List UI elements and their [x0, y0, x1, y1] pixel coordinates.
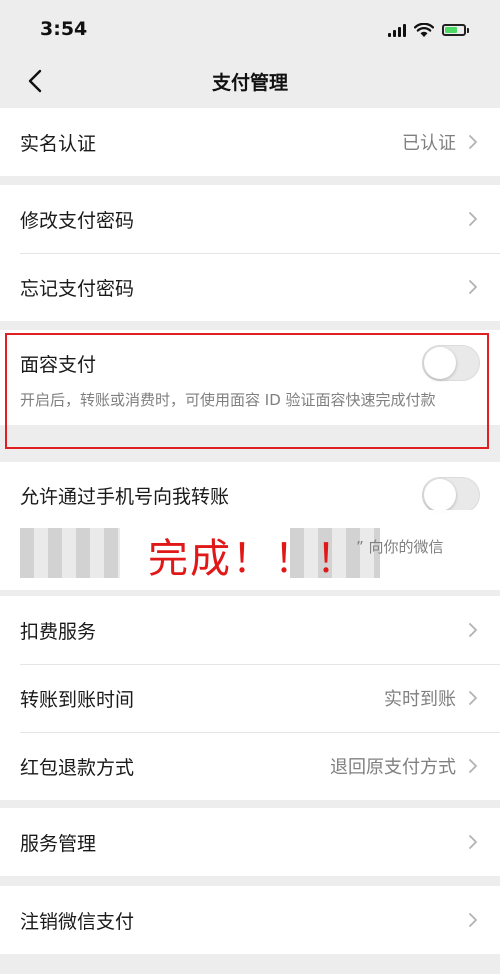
row-label: 实名认证	[20, 132, 97, 155]
chevron-right-icon	[468, 911, 480, 929]
row-deduction-service[interactable]: 扣费服务	[0, 596, 500, 664]
chevron-right-icon	[468, 210, 480, 228]
group-cancel: 注销微信支付	[0, 886, 500, 954]
row-real-name[interactable]: 实名认证 已认证	[0, 108, 500, 176]
row-label: 忘记支付密码	[20, 277, 135, 300]
row-label: 扣费服务	[20, 620, 97, 643]
row-forgot-password[interactable]: 忘记支付密码	[0, 253, 500, 321]
phone-transfer-toggle[interactable]	[422, 477, 480, 513]
highlight-box	[5, 333, 489, 449]
overlay-annotation: 完成！！！	[148, 536, 358, 582]
group-services: 扣费服务 转账到账时间 实时到账 红包退款方式 退回原支付方式	[0, 596, 500, 800]
mosaic-blur	[20, 528, 120, 578]
chevron-right-icon	[468, 278, 480, 296]
row-service-manage[interactable]: 服务管理	[0, 808, 500, 876]
row-label: 服务管理	[20, 832, 97, 855]
row-label: 红包退款方式	[20, 756, 135, 779]
chevron-right-icon	[468, 689, 480, 707]
group-manage: 服务管理	[0, 808, 500, 876]
cellular-signal-icon	[388, 23, 406, 37]
battery-icon	[442, 24, 469, 36]
page-title: 支付管理	[211, 72, 288, 94]
status-time: 3:54	[40, 18, 88, 40]
chevron-right-icon	[468, 757, 480, 775]
chevron-right-icon	[468, 621, 480, 639]
status-icons	[388, 20, 469, 40]
navigation-bar: 支付管理	[0, 58, 500, 106]
phone-transfer-description: ” 向你的微信	[356, 538, 444, 556]
row-transfer-time[interactable]: 转账到账时间 实时到账	[0, 664, 500, 732]
status-bar: 3:54	[0, 0, 500, 58]
row-value: 已认证	[402, 133, 456, 154]
row-value: 实时到账	[384, 689, 456, 710]
row-cancel-wechat-pay[interactable]: 注销微信支付	[0, 886, 500, 954]
group-verification: 实名认证 已认证	[0, 108, 500, 176]
row-label: 注销微信支付	[20, 910, 135, 933]
toggle-knob	[424, 479, 456, 511]
chevron-right-icon	[468, 133, 480, 151]
row-label: 转账到账时间	[20, 688, 135, 711]
group-password: 修改支付密码 忘记支付密码	[0, 185, 500, 321]
row-value: 退回原支付方式	[330, 757, 456, 778]
chevron-right-icon	[468, 833, 480, 851]
row-label: 修改支付密码	[20, 209, 135, 232]
wifi-icon	[414, 22, 434, 37]
row-red-packet-refund[interactable]: 红包退款方式 退回原支付方式	[0, 732, 500, 800]
row-label: 允许通过手机号向我转账	[20, 485, 230, 508]
row-change-password[interactable]: 修改支付密码	[0, 185, 500, 253]
